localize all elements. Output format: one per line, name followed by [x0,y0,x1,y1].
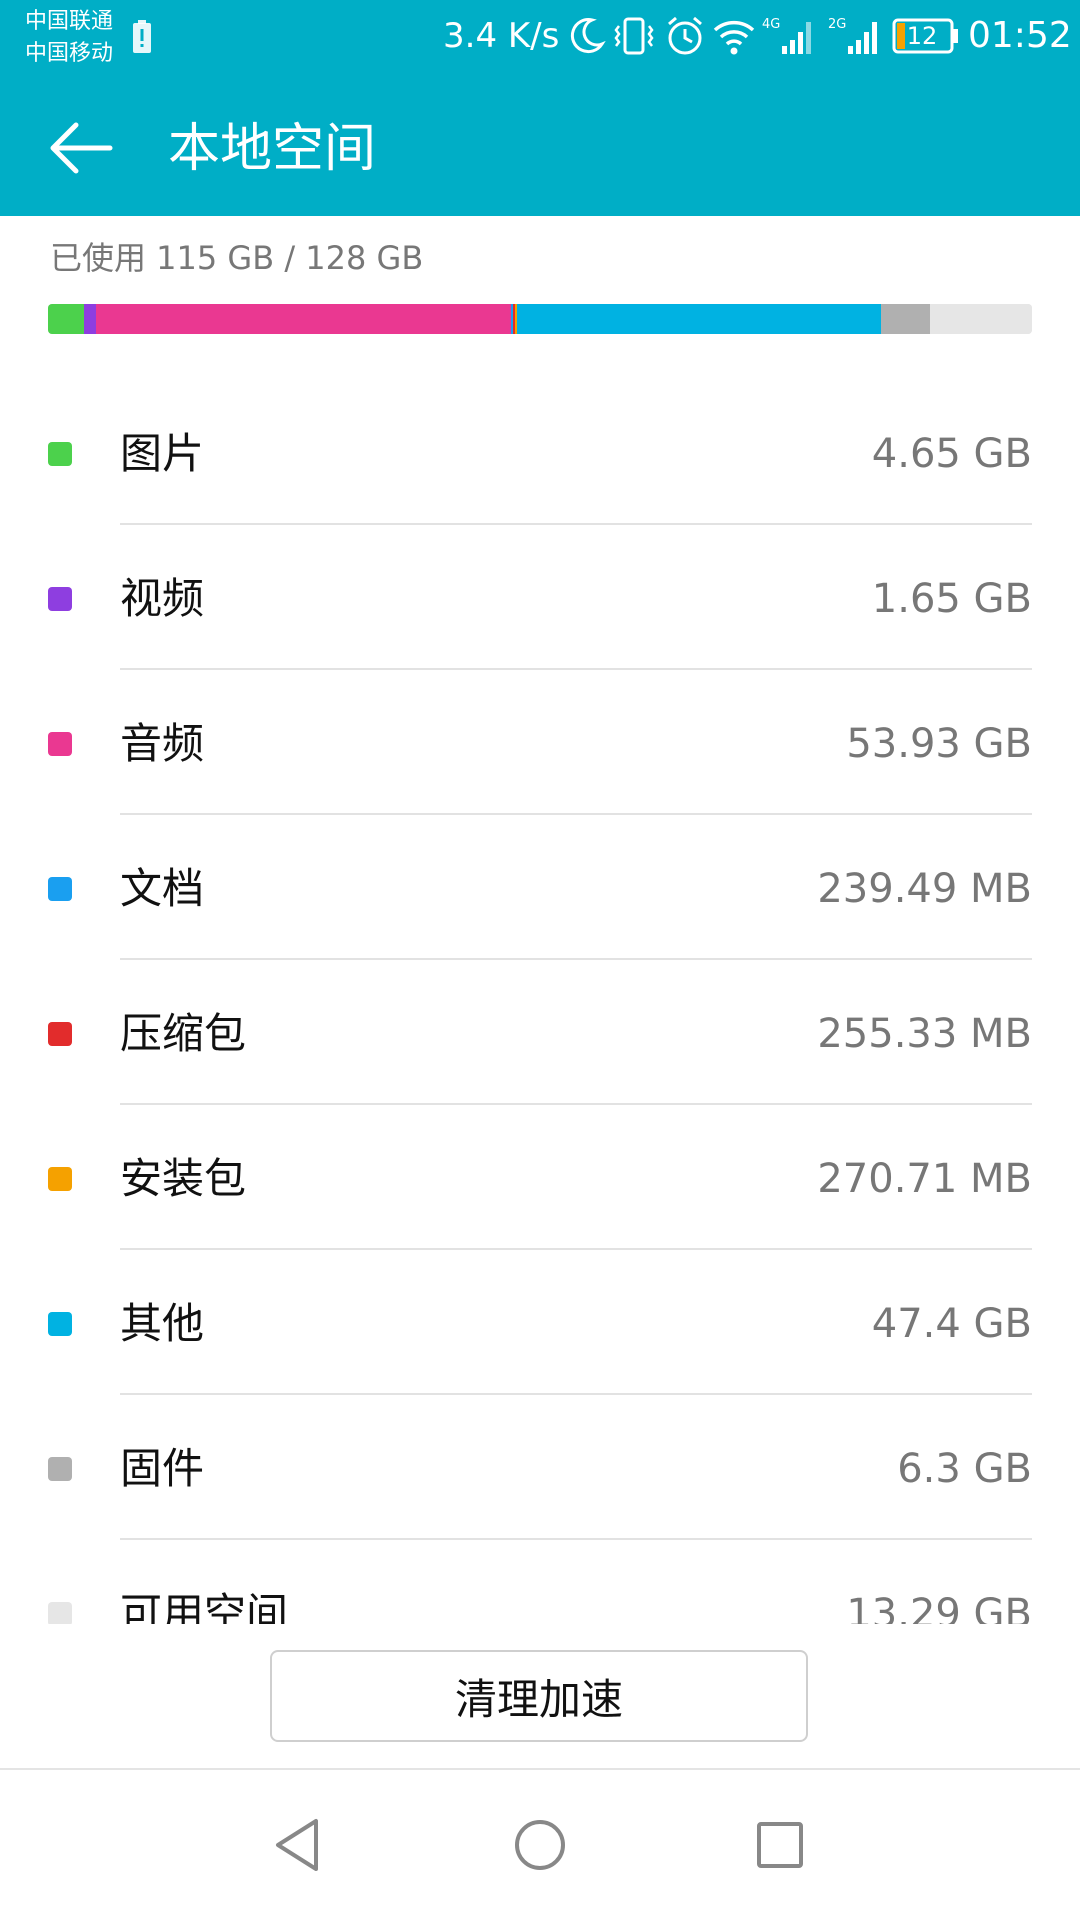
storage-segment [83,304,97,334]
category-label: 图片 [120,429,205,478]
list-item[interactable]: 压缩包 255.33 MB [0,960,1080,1105]
category-color-dot [48,1167,72,1191]
sim-alert-icon [133,20,151,53]
category-size: 53.93 GB [846,721,1032,767]
vibrate-icon [614,17,654,55]
nav-home-button[interactable] [500,1805,580,1885]
category-label: 文档 [120,864,205,913]
category-label: 音频 [120,719,205,768]
category-color-dot [48,1312,72,1336]
carrier-2: 中国移动 [25,41,114,66]
signal-2-type: 2G [828,17,846,32]
category-label: 固件 [120,1444,205,1493]
recents-square-icon [757,1822,803,1868]
storage-segment [516,304,882,334]
alarm-icon [668,16,702,55]
back-triangle-icon [276,1819,318,1871]
category-color-dot [48,1022,72,1046]
home-circle-icon [515,1820,565,1870]
list-item[interactable]: 视频 1.65 GB [0,525,1080,670]
signal-2g-icon: 2G [828,17,877,54]
carrier-info: 中国联通 中国移动 [25,6,113,70]
storage-segment [48,304,84,334]
list-item[interactable]: 可用空间 13.29 GB [0,1540,1080,1624]
storage-segment [881,304,930,334]
back-button[interactable] [40,106,124,190]
list-item[interactable]: 其他 47.4 GB [0,1250,1080,1395]
moon-icon [570,18,606,54]
category-size: 255.33 MB [817,1011,1032,1057]
category-label: 安装包 [120,1154,247,1203]
app-bar: 本地空间 [0,76,1080,216]
clean-speedup-button[interactable]: 清理加速 [270,1650,808,1742]
category-list: 图片 4.65 GB 视频 1.65 GB 音频 53.93 GB 文档 239.49 MB 压… [0,380,1080,1624]
wifi-icon [713,20,755,55]
navigation-bar [0,1770,1080,1920]
list-item[interactable]: 音频 53.93 GB [0,670,1080,815]
nav-back-button[interactable] [260,1805,340,1885]
category-size: 4.65 GB [871,431,1032,477]
list-item[interactable]: 安装包 270.71 MB [0,1105,1080,1250]
list-item[interactable]: 图片 4.65 GB [0,380,1080,525]
category-color-dot [48,732,72,756]
category-size: 6.3 GB [897,1446,1032,1492]
page-title: 本地空间 [168,119,377,179]
category-color-dot [48,1457,72,1481]
list-item[interactable]: 固件 6.3 GB [0,1395,1080,1540]
category-size: 47.4 GB [871,1301,1032,1347]
list-item[interactable]: 文档 239.49 MB [0,815,1080,960]
battery-level: 12 [906,22,938,50]
category-color-dot [48,442,72,466]
storage-segment [929,304,1032,334]
nav-recents-button[interactable] [740,1805,820,1885]
clock: 01:52 [968,15,1072,56]
category-size: 1.65 GB [871,576,1032,622]
category-label: 视频 [120,574,205,623]
category-size: 270.71 MB [817,1156,1032,1202]
signal-1-type: 4G [762,17,780,32]
storage-usage-bar [48,304,1032,334]
category-color-dot [48,1602,72,1624]
storage-screen: 中国联通 中国移动 3.4 K/s 4G 2G 12 01:52 本地空间 已使… [0,0,1080,1920]
category-label: 可用空间 [120,1589,289,1624]
signal-4g-icon: 4G [762,17,811,54]
category-color-dot [48,587,72,611]
storage-segment [96,304,512,334]
arrow-left-icon [50,122,113,174]
storage-used-text: 已使用 115 GB / 128 GB [50,239,424,277]
category-label: 压缩包 [120,1009,247,1058]
network-speed: 3.4 K/s [443,16,560,56]
carrier-1: 中国联通 [25,9,114,34]
category-color-dot [48,877,72,901]
category-size: 13.29 GB [846,1591,1032,1624]
status-bar: 中国联通 中国移动 3.4 K/s 4G 2G 12 01:52 [0,0,1080,76]
action-area: 清理加速 [0,1624,1080,1769]
category-label: 其他 [120,1299,205,1348]
category-size: 239.49 MB [817,866,1032,912]
